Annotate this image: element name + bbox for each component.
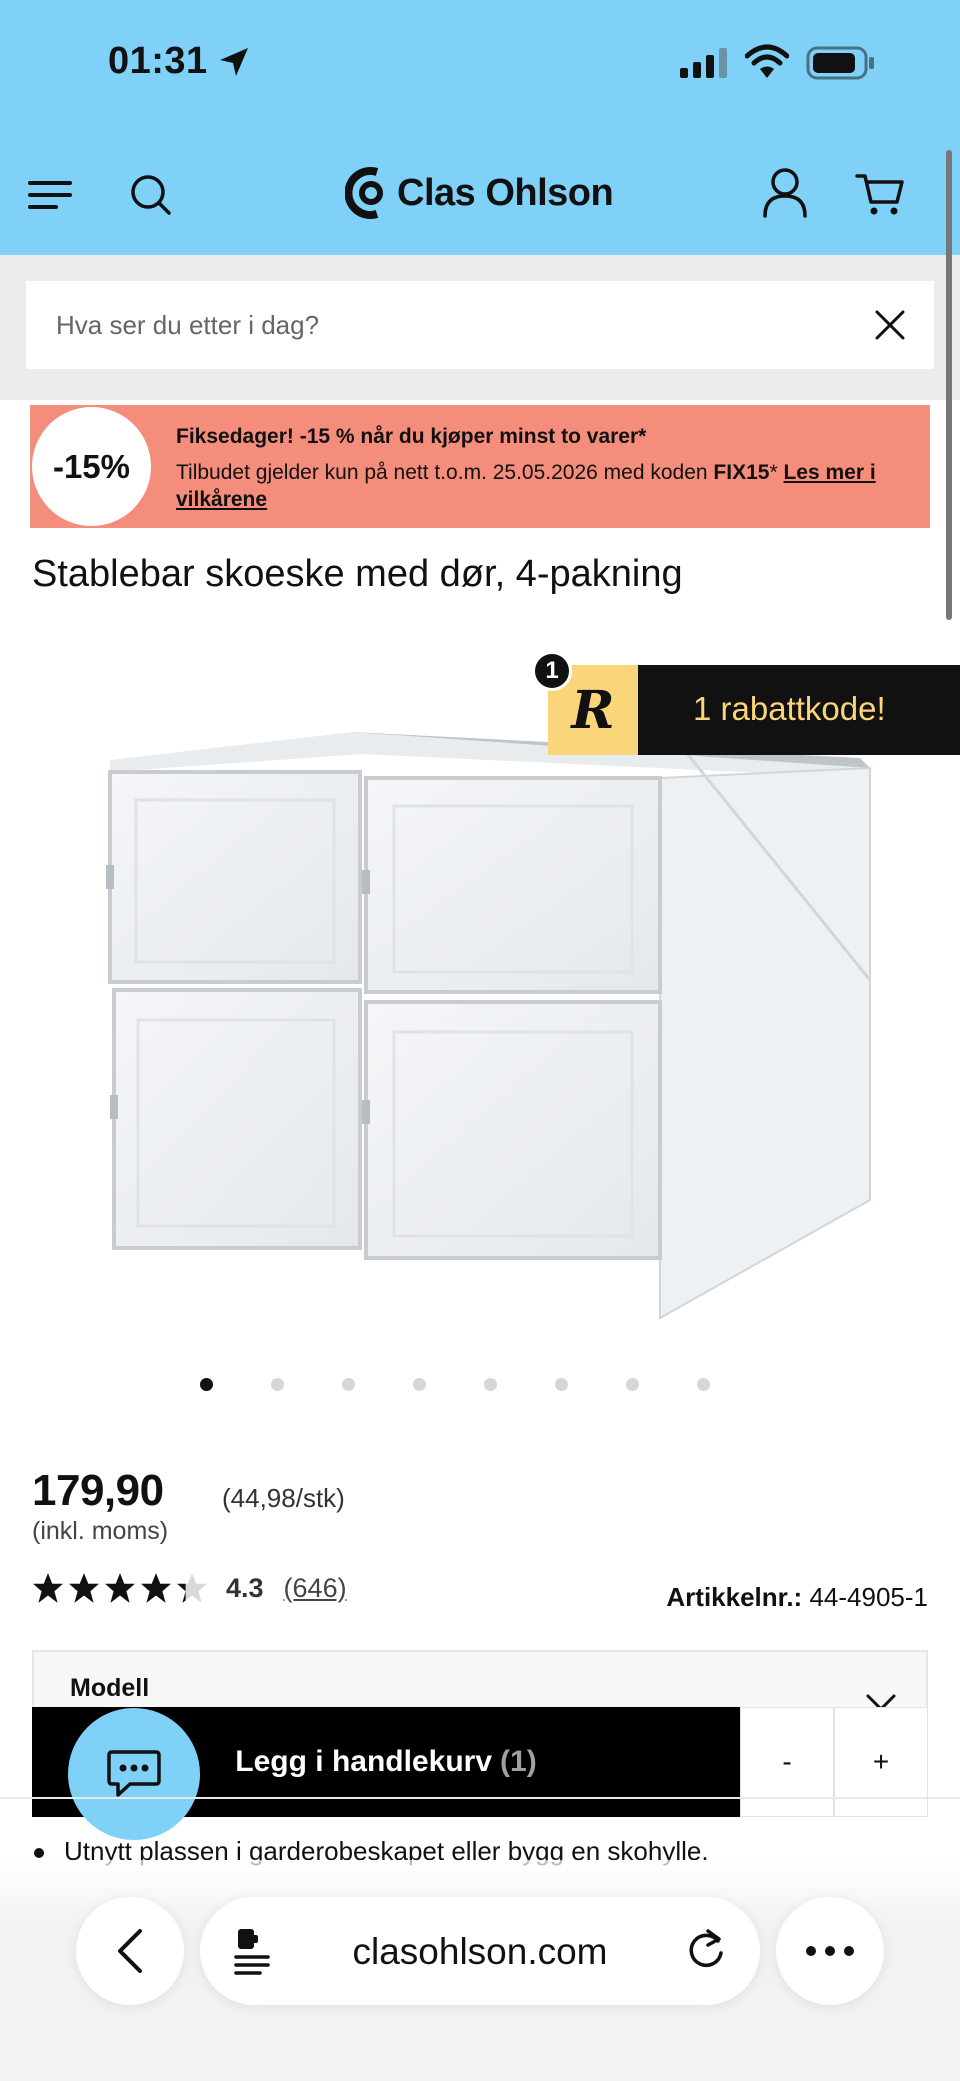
cellular-signal-icon <box>680 48 727 78</box>
promo-code-suffix: * <box>769 461 784 484</box>
article-number: Artikkelnr.: 44-4905-1 <box>666 1582 928 1613</box>
add-to-cart-label: Legg i handlekurv <box>235 1745 493 1778</box>
status-bar: 01:31 <box>0 0 960 130</box>
close-icon[interactable] <box>874 309 906 341</box>
rating[interactable]: 4.3 (646) <box>32 1572 347 1604</box>
star-icon <box>177 1573 207 1603</box>
menu-icon[interactable] <box>28 180 72 210</box>
pagination-dot[interactable] <box>555 1378 568 1391</box>
promo-text: Tilbudet gjelder kun på nett t.o.m. 25.0… <box>176 459 911 514</box>
address-bar[interactable]: clasohlson.com <box>200 1897 760 2005</box>
pagination-dot[interactable] <box>271 1378 284 1391</box>
review-count-link[interactable]: (646) <box>284 1573 347 1604</box>
product-image[interactable] <box>100 720 880 1340</box>
search-box <box>26 281 934 369</box>
chat-button[interactable] <box>68 1708 200 1840</box>
rating-value: 4.3 <box>226 1572 264 1603</box>
status-time: 01:31 <box>108 40 208 82</box>
more-options-button[interactable] <box>776 1897 884 2005</box>
image-pagination <box>200 1378 710 1391</box>
chat-icon <box>107 1750 161 1797</box>
unit-price: (44,98/stk) <box>222 1483 345 1513</box>
model-label: Modell <box>70 1674 150 1702</box>
reload-icon[interactable] <box>686 1927 726 1971</box>
star-icon <box>141 1573 171 1603</box>
increase-quantity-button[interactable]: + <box>834 1707 928 1817</box>
location-arrow-icon <box>220 48 248 76</box>
search-input[interactable] <box>56 281 856 369</box>
promo-title: Fiksedager! -15 % når du kjøper minst to… <box>176 425 647 448</box>
clas-ohlson-logo-icon <box>345 167 383 219</box>
pagination-dot[interactable] <box>413 1378 426 1391</box>
star-icon <box>105 1573 135 1603</box>
article-number-label: Artikkelnr.: <box>666 1582 803 1612</box>
cart-icon[interactable] <box>855 172 905 216</box>
promo-banner: -15% Fiksedager! -15 % når du kjøper min… <box>30 405 930 528</box>
page-scrollbar[interactable] <box>946 150 952 620</box>
discount-code-banner[interactable]: R 1 rabattkode! <box>548 665 960 755</box>
pagination-dot[interactable] <box>200 1378 213 1391</box>
vat-note: (inkl. moms) <box>32 1517 169 1545</box>
logo-text: Clas Ohlson <box>397 171 614 214</box>
back-button[interactable] <box>76 1897 184 2005</box>
discount-count-badge: 1 <box>532 651 572 691</box>
url-text: clasohlson.com <box>352 1931 608 1972</box>
rating-stars <box>32 1572 208 1604</box>
pagination-dot[interactable] <box>697 1378 710 1391</box>
search-area <box>0 255 960 400</box>
article-number-value: 44-4905-1 <box>809 1582 928 1612</box>
promo-text-body: Tilbudet gjelder kun på nett t.o.m. 25.0… <box>176 461 714 484</box>
decrease-quantity-button[interactable]: - <box>740 1707 834 1817</box>
account-icon[interactable] <box>762 168 808 218</box>
product-title: Stablebar skoeske med dør, 4-pakning <box>32 553 683 595</box>
discount-code-text: 1 rabattkode! <box>693 690 886 727</box>
star-icon <box>69 1573 99 1603</box>
chevron-left-icon <box>118 1929 142 1973</box>
star-icon <box>33 1573 63 1603</box>
wifi-icon <box>745 44 789 78</box>
pagination-dot[interactable] <box>484 1378 497 1391</box>
discount-badge: -15% <box>32 407 151 526</box>
search-icon[interactable] <box>130 174 172 216</box>
price: 179,90 <box>32 1466 164 1515</box>
divider <box>0 1797 960 1799</box>
promo-code: FIX15 <box>713 461 770 484</box>
site-logo[interactable]: Clas Ohlson <box>345 166 614 220</box>
pagination-dot[interactable] <box>626 1378 639 1391</box>
site-header: Clas Ohlson <box>0 130 960 255</box>
more-icon <box>806 1946 854 1956</box>
pagination-dot[interactable] <box>342 1378 355 1391</box>
cart-quantity: (1) <box>500 1745 537 1778</box>
battery-icon <box>806 46 874 80</box>
